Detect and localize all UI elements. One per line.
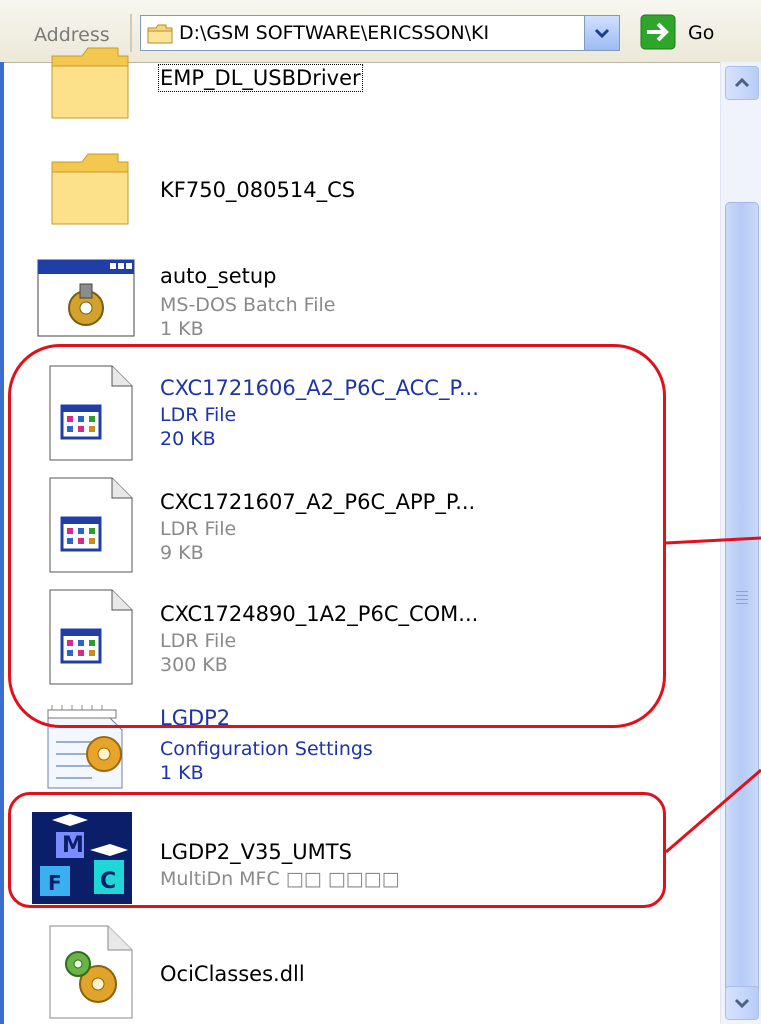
annotation-connector-lines — [665, 536, 761, 854]
